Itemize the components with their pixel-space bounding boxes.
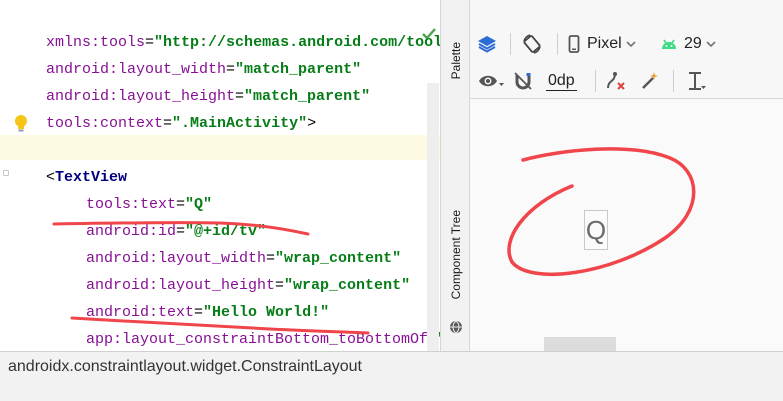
code-token: android:id — [86, 223, 177, 240]
code-line[interactable]: tools:text="Q" — [86, 191, 212, 218]
phone-icon — [568, 35, 580, 53]
code-token: > — [307, 115, 317, 132]
code-token: = — [163, 115, 173, 132]
code-editor[interactable]: xmlns:tools="http://schemas.android.com/… — [0, 0, 440, 351]
breadcrumb[interactable]: androidx.constraintlayout.widget.Constra… — [8, 352, 362, 382]
infer-constraints-button[interactable] — [639, 67, 661, 95]
palette-tab-label: Palette — [449, 42, 463, 80]
margin-value: 0dp — [546, 71, 577, 91]
api-level: 29 — [684, 35, 702, 52]
code-line[interactable]: android:id="@+id/tv" — [86, 218, 266, 245]
status-bar: androidx.constraintlayout.widget.Constra… — [0, 351, 783, 381]
view-options-button[interactable] — [478, 67, 504, 95]
code-token: TextView — [55, 169, 128, 186]
current-line-highlight — [0, 135, 440, 160]
code-token: < — [46, 169, 56, 186]
code-token: "Hello World!" — [203, 304, 330, 321]
clear-constraints-button[interactable] — [605, 67, 627, 95]
textview-preview-text: Q — [585, 214, 607, 245]
magic-wand-icon — [642, 72, 658, 89]
editor-scrollbar[interactable] — [427, 83, 439, 351]
layers-icon — [478, 36, 496, 53]
code-token: "match_parent" — [244, 88, 371, 105]
code-token: android:layout_width — [46, 61, 227, 78]
orientation-button[interactable] — [521, 30, 543, 58]
design-canvas[interactable]: Q — [470, 100, 783, 351]
code-token: "wrap_content" — [275, 250, 402, 267]
code-line[interactable]: android:text="Hello World!" — [86, 299, 329, 326]
code-token: "http://schemas.android.com/tools" — [154, 34, 440, 51]
layers-button[interactable] — [476, 30, 498, 58]
bottom-panel — [0, 381, 783, 401]
code-token: "wrap_content" — [284, 277, 411, 294]
clear-constraints-icon — [607, 72, 625, 90]
autoconnect-toggle[interactable] — [513, 67, 533, 95]
code-token: "Q" — [185, 196, 213, 213]
code-token: xmlns:tools — [46, 34, 146, 51]
component-tree-tab-label: Component Tree — [449, 210, 463, 300]
design-toolbar-bottom: 0dp — [470, 63, 783, 99]
device-name: Pixel — [587, 35, 622, 52]
code-token: "@+id/tv" — [185, 223, 267, 240]
code-token: = — [145, 34, 155, 51]
chevron-down-icon — [626, 41, 636, 48]
code-token: "match_parent" — [235, 61, 362, 78]
chevron-down-icon — [706, 41, 716, 48]
canvas-scrollbar[interactable] — [544, 337, 616, 351]
code-token: android:layout_height — [46, 88, 236, 105]
design-pane: Pixel 29 0dp Q — [470, 0, 783, 351]
code-line[interactable]: android:layout_width="match_parent" — [46, 56, 361, 83]
code-line[interactable]: android:layout_width="wrap_content" — [86, 245, 401, 272]
code-token: = — [194, 304, 204, 321]
lightbulb-icon[interactable] — [13, 114, 29, 134]
code-token: = — [266, 250, 276, 267]
eye-icon — [479, 75, 504, 87]
palette-tab[interactable]: Palette — [441, 42, 471, 79]
code-line[interactable]: xmlns:tools="http://schemas.android.com/… — [46, 29, 440, 56]
component-tree-tab[interactable]: Component Tree — [441, 210, 471, 299]
code-token: = — [176, 196, 186, 213]
code-token: app:layout_constraintBottom_toBottomOf — [86, 331, 429, 348]
code-token: = — [235, 88, 245, 105]
code-token: tools:context — [46, 115, 164, 132]
toolbar-separator — [595, 70, 596, 92]
guidelines-button[interactable] — [684, 67, 706, 95]
side-tool-strip: Palette Component Tree — [440, 0, 470, 351]
code-token: = — [176, 223, 186, 240]
code-line[interactable]: android:layout_height="match_parent" — [46, 83, 370, 110]
code-token: android:layout_width — [86, 250, 267, 267]
device-selector[interactable]: Pixel — [568, 30, 636, 58]
code-token: tools:text — [86, 196, 177, 213]
android-icon — [662, 39, 676, 49]
code-token: = — [226, 61, 236, 78]
default-margin-selector[interactable]: 0dp — [546, 67, 577, 95]
code-line[interactable]: <TextView — [46, 164, 127, 191]
design-toolbar-top: Pixel 29 — [470, 28, 783, 60]
magnet-off-icon — [514, 72, 532, 90]
api-level-selector[interactable]: 29 — [660, 30, 716, 58]
code-token: android:text — [86, 304, 195, 321]
globe-icon[interactable] — [449, 320, 463, 334]
toolbar-separator — [510, 33, 511, 55]
guideline-icon — [689, 72, 706, 90]
code-line[interactable]: tools:context=".MainActivity"> — [46, 110, 316, 137]
textview-preview[interactable]: Q — [584, 210, 608, 250]
code-token: = — [275, 277, 285, 294]
fold-marker-icon[interactable] — [3, 170, 9, 176]
code-token: android:layout_height — [86, 277, 276, 294]
code-token: ".MainActivity" — [172, 115, 308, 132]
rotate-device-icon — [523, 34, 541, 54]
code-line[interactable]: android:layout_height="wrap_content" — [86, 272, 410, 299]
toolbar-separator — [673, 70, 674, 92]
code-line[interactable]: app:layout_constraintBottom_toBottomOf="… — [86, 326, 440, 351]
toolbar-separator — [557, 33, 558, 55]
